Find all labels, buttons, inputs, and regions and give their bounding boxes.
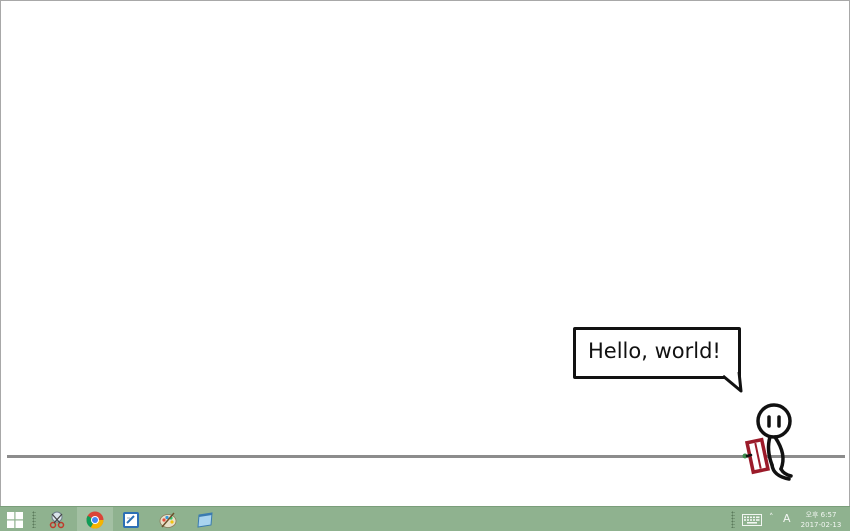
clock-time: 오후 6:57 <box>805 511 837 519</box>
taskbar-app-paint[interactable] <box>150 507 186 532</box>
tray-overflow-arrow[interactable]: ˄ <box>769 513 774 523</box>
taskbar: ˄ A 오후 6:57 2017-02-13 <box>0 506 850 532</box>
keyboard-icon <box>742 513 762 526</box>
ground-line <box>7 455 845 458</box>
taskbar-app-notepad-editor[interactable] <box>113 507 149 532</box>
taskbar-app-chrome[interactable] <box>77 507 113 532</box>
scissors-icon <box>49 511 65 528</box>
paint-palette-icon <box>159 512 177 528</box>
desktop-canvas: Hello, world! <box>0 0 850 506</box>
speech-bubble-tail <box>721 371 743 393</box>
start-button[interactable] <box>0 507 30 532</box>
touch-keyboard-button[interactable] <box>738 507 766 532</box>
ime-indicator[interactable]: A <box>783 512 791 525</box>
taskbar-grip[interactable] <box>32 511 36 528</box>
tray-grip[interactable] <box>731 511 735 528</box>
clock[interactable]: 오후 6:57 2017-02-13 <box>797 507 845 532</box>
clock-date: 2017-02-13 <box>800 521 842 529</box>
windows-logo-icon <box>7 511 23 528</box>
notepad-icon <box>123 511 139 528</box>
speech-bubble: Hello, world! <box>573 327 741 379</box>
app-window-icon <box>197 511 213 528</box>
stick-figure-character <box>742 403 793 481</box>
chrome-icon <box>86 511 104 528</box>
speech-bubble-text: Hello, world! <box>588 339 721 363</box>
taskbar-app-snipping-tool[interactable] <box>40 507 76 532</box>
taskbar-app-window[interactable] <box>187 507 223 532</box>
